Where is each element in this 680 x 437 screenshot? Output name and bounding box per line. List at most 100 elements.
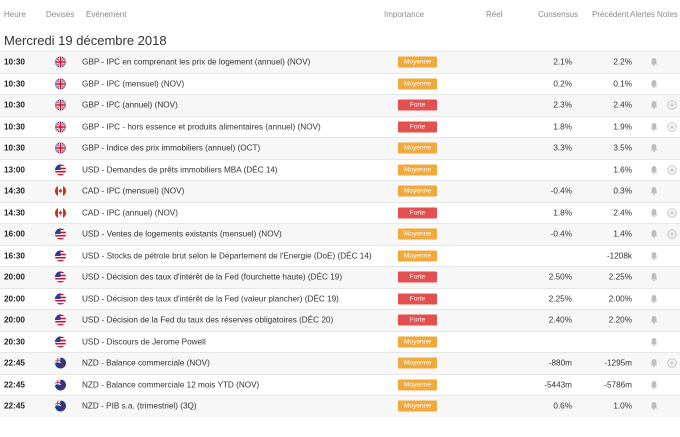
- bell-icon[interactable]: [649, 401, 659, 411]
- bell-icon[interactable]: [649, 337, 659, 347]
- consensus-value: 1.8%: [553, 208, 572, 218]
- table-row: 13:00 USD - Demandes de prêts immobilier…: [0, 158, 680, 181]
- consensus-value: 2.40%: [548, 315, 572, 325]
- previous-value: -1295m: [604, 358, 632, 368]
- event-name[interactable]: USD - Ventes de logements existants (men…: [82, 230, 282, 239]
- ca-flag-icon: [55, 207, 66, 219]
- add-note-icon[interactable]: [667, 229, 677, 239]
- bell-icon[interactable]: [649, 186, 659, 196]
- bell-icon[interactable]: [649, 165, 659, 175]
- consensus-value: -0.4%: [550, 186, 572, 196]
- gb-flag-icon: [55, 99, 66, 111]
- col-precedent: Précédent: [592, 10, 629, 19]
- event-time: 13:00: [4, 165, 25, 175]
- event-table: 10:30 GBP - IPC en comprenant les prix d…: [0, 51, 680, 417]
- bell-icon[interactable]: [649, 122, 659, 132]
- event-time: 10:30: [4, 122, 25, 132]
- event-time: 22:45: [4, 401, 25, 411]
- us-flag-icon: [55, 250, 66, 262]
- event-name[interactable]: GBP - IPC - hors essence et produits ali…: [82, 122, 321, 131]
- gb-flag-icon: [55, 121, 66, 133]
- table-row: 22:45 NZD - Balance commerciale (NOV) Mo…: [0, 352, 680, 374]
- bell-icon[interactable]: [649, 315, 659, 325]
- event-name[interactable]: USD - Décision des taux d'intérêt de la …: [82, 273, 342, 282]
- col-importance: Importance: [384, 10, 425, 19]
- event-name[interactable]: GBP - IPC en comprenant les prix de loge…: [82, 58, 310, 67]
- us-flag-icon: [55, 164, 66, 176]
- event-time: 16:30: [4, 251, 25, 261]
- consensus-value: 0.2%: [553, 79, 572, 89]
- importance-badge: Moyenne: [398, 142, 437, 154]
- us-flag-icon: [55, 293, 66, 305]
- bell-icon[interactable]: [649, 229, 659, 239]
- previous-value: 2.20%: [608, 315, 632, 325]
- importance-badge: Moyenne: [398, 379, 437, 391]
- add-note-icon[interactable]: [667, 165, 677, 175]
- bell-icon[interactable]: [649, 100, 659, 110]
- add-note-icon[interactable]: [667, 100, 677, 110]
- previous-value: 2.4%: [613, 100, 632, 110]
- bell-icon[interactable]: [649, 57, 659, 67]
- bell-icon[interactable]: [649, 272, 659, 282]
- importance-badge: Moyenne: [398, 78, 437, 90]
- add-note-icon[interactable]: [667, 122, 677, 132]
- col-consensus: Consensus: [538, 10, 579, 19]
- table-row: 10:30 GBP - IPC (mensuel) (NOV) Moyenne …: [0, 72, 680, 95]
- add-note-icon[interactable]: [667, 208, 677, 218]
- table-row: 16:00 USD - Ventes de logements existant…: [0, 223, 680, 245]
- table-row: 10:30 GBP - IPC en comprenant les prix d…: [0, 51, 680, 73]
- event-name[interactable]: USD - Discours de Jerome Powell: [82, 337, 206, 346]
- consensus-value: 3.3%: [553, 143, 572, 153]
- event-name[interactable]: CAD - IPC (annuel) (NOV): [82, 208, 178, 217]
- bell-icon[interactable]: [649, 143, 659, 153]
- ca-flag-icon: [55, 185, 66, 197]
- importance-badge: Moyenne: [398, 250, 437, 262]
- bell-icon[interactable]: [649, 251, 659, 261]
- col-evenement: Evénement: [86, 10, 127, 19]
- us-flag-icon: [55, 271, 66, 283]
- bell-icon[interactable]: [649, 358, 659, 368]
- table-header: Heure Devises Evénement Importance Réel …: [0, 0, 680, 28]
- bell-icon[interactable]: [649, 294, 659, 304]
- table-row: 20:00 USD - Décision des taux d'intérêt …: [0, 287, 680, 310]
- col-notes: Notes: [657, 10, 678, 19]
- previous-value: 0.3%: [613, 186, 632, 196]
- table-row: 10:30 GBP - IPC - hors essence et produi…: [0, 115, 680, 138]
- bell-icon[interactable]: [649, 79, 659, 89]
- event-name[interactable]: USD - Stocks de pétrole brut selon le Dé…: [82, 251, 372, 260]
- event-time: 16:00: [4, 229, 25, 239]
- bell-icon[interactable]: [649, 208, 659, 218]
- event-name[interactable]: NZD - Balance commerciale (NOV): [82, 359, 210, 368]
- importance-badge: Forte: [398, 314, 437, 326]
- event-time: 10:30: [4, 100, 25, 110]
- event-name[interactable]: NZD - PIB s.a. (trimestriel) (3Q): [82, 402, 197, 411]
- event-name[interactable]: USD - Décision de la Fed du taux des rés…: [82, 316, 333, 325]
- event-name[interactable]: USD - Décision des taux d'intérêt de la …: [82, 294, 339, 303]
- event-time: 20:00: [4, 294, 25, 304]
- consensus-value: 2.1%: [553, 57, 572, 67]
- consensus-value: 1.8%: [553, 122, 572, 132]
- consensus-value: -0.4%: [550, 229, 572, 239]
- event-name[interactable]: NZD - Balance commerciale 12 mois YTD (N…: [82, 380, 259, 389]
- importance-badge: Forte: [398, 293, 437, 305]
- add-note-icon[interactable]: [667, 358, 677, 368]
- event-name[interactable]: GBP - IPC (annuel) (NOV): [82, 101, 178, 110]
- event-time: 10:30: [4, 143, 25, 153]
- importance-badge: Moyenne: [398, 336, 437, 348]
- bell-icon[interactable]: [649, 380, 659, 390]
- event-name[interactable]: GBP - IPC (mensuel) (NOV): [82, 79, 184, 88]
- event-time: 20:00: [4, 315, 25, 325]
- event-name[interactable]: USD - Demandes de prêts immobiliers MBA …: [82, 165, 278, 174]
- consensus-value: -880m: [548, 358, 572, 368]
- previous-value: -1208k: [606, 251, 632, 261]
- previous-value: 2.25%: [608, 272, 632, 282]
- nz-flag-icon: [55, 357, 66, 369]
- event-name[interactable]: GBP - Indice des prix immobiliers (annue…: [82, 144, 260, 153]
- previous-value: 1.6%: [613, 165, 632, 175]
- date-title: Mercredi 19 décembre 2018: [4, 33, 167, 48]
- importance-badge: Moyenne: [398, 164, 437, 176]
- importance-badge: Moyenne: [398, 400, 437, 412]
- consensus-value: 2.50%: [548, 272, 572, 282]
- event-time: 10:30: [4, 57, 25, 67]
- event-name[interactable]: CAD - IPC (mensuel) (NOV): [82, 187, 184, 196]
